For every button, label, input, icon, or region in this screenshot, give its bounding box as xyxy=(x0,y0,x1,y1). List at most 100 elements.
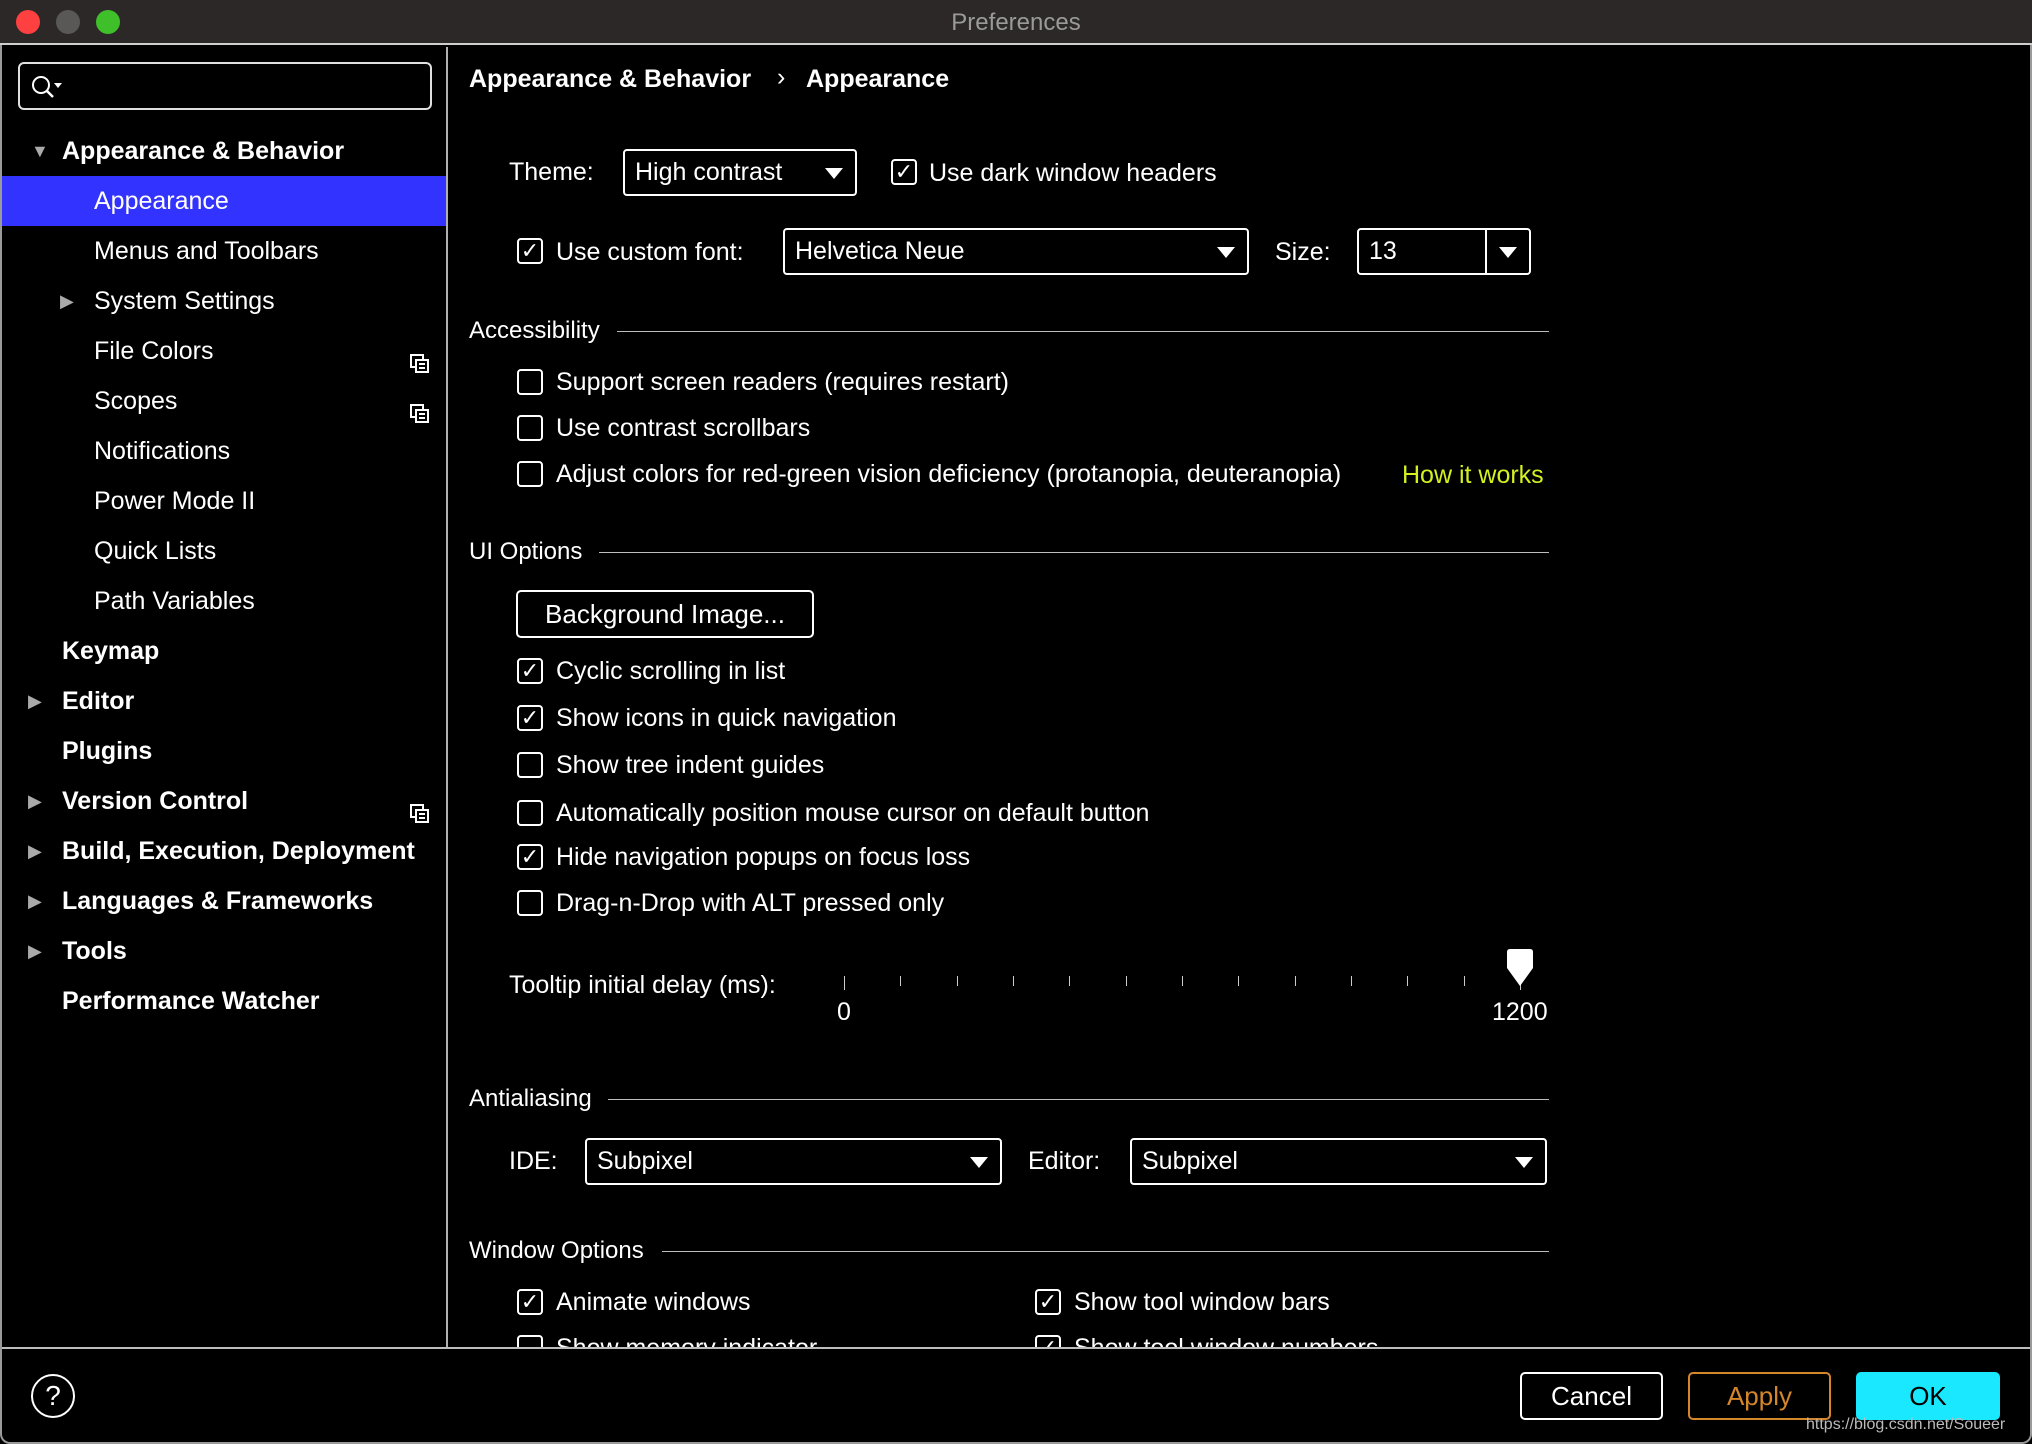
ui-option-checkbox[interactable]: ✓ xyxy=(517,658,543,684)
section-divider xyxy=(599,552,1549,553)
tree-item-label: Languages & Frameworks xyxy=(62,887,374,915)
background-image-button[interactable]: Background Image... xyxy=(516,590,814,638)
tree-item[interactable]: Plugins xyxy=(2,726,446,776)
slider-tick xyxy=(1463,976,1465,986)
custom-font-checkbox[interactable]: ✓ xyxy=(517,238,543,264)
ui-option-label: Hide navigation popups on focus loss xyxy=(556,843,971,871)
ui-option-checkbox[interactable]: ✓ xyxy=(517,844,543,870)
ui-option-label: Drag-n-Drop with ALT pressed only xyxy=(556,889,945,917)
triangle-right-icon[interactable]: ▶ xyxy=(28,776,42,826)
ui-option-checkbox[interactable] xyxy=(517,800,543,826)
tree-item[interactable]: Quick Lists xyxy=(2,526,446,576)
check-icon: ✓ xyxy=(1039,1335,1057,1348)
slider-tick xyxy=(1294,976,1296,986)
dark-headers-label: Use dark window headers xyxy=(929,159,1217,187)
tree-item[interactable]: File Colors xyxy=(2,326,446,376)
slider-tick xyxy=(956,976,958,986)
window-option-checkbox[interactable]: ✓ xyxy=(1035,1335,1061,1347)
help-button[interactable]: ? xyxy=(31,1374,75,1418)
ui-option-checkbox[interactable]: ✓ xyxy=(517,705,543,731)
chevron-down-icon xyxy=(825,168,843,179)
search-input[interactable] xyxy=(18,62,432,110)
accessibility-option-checkbox[interactable] xyxy=(517,461,543,487)
tree-item[interactable]: Notifications xyxy=(2,426,446,476)
watermark: https://blog.csdn.net/Soueer xyxy=(1806,1416,2006,1433)
breadcrumb-parent[interactable]: Appearance & Behavior xyxy=(469,64,751,94)
apply-button[interactable]: Apply xyxy=(1688,1372,1831,1420)
tree-item[interactable]: Scopes xyxy=(2,376,446,426)
check-icon: ✓ xyxy=(1038,1289,1058,1314)
section-divider xyxy=(608,1099,1549,1100)
tree-item[interactable]: ▶ System Settings xyxy=(2,276,446,326)
slider-thumb[interactable] xyxy=(1504,948,1536,988)
theme-dropdown[interactable]: High contrast xyxy=(623,149,857,196)
triangle-right-icon[interactable]: ▶ xyxy=(28,876,42,926)
triangle-right-icon[interactable]: ▶ xyxy=(28,826,42,876)
editor-value: Subpixel xyxy=(1142,1147,1238,1175)
slider-tick xyxy=(1013,976,1014,986)
window-option-checkbox[interactable]: ✓ xyxy=(517,1289,543,1315)
breadcrumb-separator: › xyxy=(777,63,786,91)
tree-item[interactable]: Performance Watcher xyxy=(2,976,446,1026)
slider-tick xyxy=(844,976,845,990)
editor-antialiasing-dropdown[interactable]: Subpixel xyxy=(1130,1138,1547,1185)
tree-item[interactable]: Path Variables xyxy=(2,576,446,626)
ide-antialiasing-dropdown[interactable]: Subpixel xyxy=(585,1138,1002,1185)
tree-item-label: Scopes xyxy=(94,387,178,415)
check-icon: ✓ xyxy=(894,159,914,184)
font-size-combo[interactable]: 13 xyxy=(1357,228,1531,275)
copy-settings-icon xyxy=(410,341,430,373)
slider-tick xyxy=(900,976,902,986)
ui-options-header: UI Options xyxy=(469,538,583,565)
tree-item-label: File Colors xyxy=(94,337,214,365)
window-option-checkbox[interactable] xyxy=(517,1335,543,1347)
tree-item[interactable]: ▶ Tools xyxy=(2,926,446,976)
check-icon: ✓ xyxy=(520,238,540,263)
how-it-works-link[interactable]: How it works xyxy=(1402,460,1544,490)
window-option-checkbox[interactable]: ✓ xyxy=(1035,1289,1061,1315)
accessibility-option-label: Adjust colors for red-green vision defic… xyxy=(556,460,1342,488)
tree-item[interactable]: ▶ Editor xyxy=(2,676,446,726)
tree-item-label: Quick Lists xyxy=(94,537,217,565)
font-size-value[interactable]: 13 xyxy=(1369,237,1397,265)
slider-tick xyxy=(1069,976,1071,986)
font-dropdown[interactable]: Helvetica Neue xyxy=(783,228,1249,275)
tree-item-label: Performance Watcher xyxy=(62,987,320,1015)
accessibility-option-checkbox[interactable] xyxy=(517,415,543,441)
tree-item[interactable]: Menus and Toolbars xyxy=(2,226,446,276)
tree-item-label: Plugins xyxy=(62,737,153,765)
search-icon xyxy=(32,76,62,98)
antialiasing-header: Antialiasing xyxy=(469,1085,592,1112)
tree-item[interactable]: ▶ Languages & Frameworks xyxy=(2,876,446,926)
tree-item[interactable]: Keymap xyxy=(2,626,446,676)
slider-tick xyxy=(1238,976,1240,986)
accessibility-header: Accessibility xyxy=(469,317,600,344)
ui-option-checkbox[interactable] xyxy=(517,890,543,916)
slider-tick xyxy=(1125,976,1127,986)
ui-option-checkbox[interactable] xyxy=(517,752,543,778)
triangle-down-icon[interactable]: ▼ xyxy=(31,126,49,176)
chevron-down-icon xyxy=(1515,1157,1533,1168)
triangle-right-icon[interactable]: ▶ xyxy=(28,676,42,726)
tree-item[interactable]: Appearance xyxy=(2,176,446,226)
cancel-button[interactable]: Cancel xyxy=(1520,1372,1663,1420)
ui-option-label: Show tree indent guides xyxy=(556,751,825,779)
triangle-right-icon[interactable]: ▶ xyxy=(60,276,74,326)
tree-item[interactable]: ▶ Version Control xyxy=(2,776,446,826)
tree-item[interactable]: ▼ Appearance & Behavior xyxy=(2,126,446,176)
tree-item[interactable]: Power Mode II xyxy=(2,476,446,526)
ok-button[interactable]: OK xyxy=(1856,1372,2000,1420)
triangle-right-icon[interactable]: ▶ xyxy=(28,926,42,976)
check-icon: ✓ xyxy=(520,844,540,869)
slider-tick xyxy=(1407,976,1409,986)
breadcrumb-current: Appearance xyxy=(806,65,950,93)
editor-label: Editor: xyxy=(1028,1147,1101,1175)
dark-headers-checkbox[interactable]: ✓ xyxy=(891,159,917,185)
accessibility-option-label: Use contrast scrollbars xyxy=(556,414,811,442)
check-icon: ✓ xyxy=(520,705,540,730)
check-icon: ✓ xyxy=(520,1289,540,1314)
tree-item[interactable]: ▶ Build, Execution, Deployment xyxy=(2,826,446,876)
slider-tick xyxy=(1182,976,1183,986)
accessibility-option-checkbox[interactable] xyxy=(517,369,543,395)
slider-tick xyxy=(1351,976,1352,986)
